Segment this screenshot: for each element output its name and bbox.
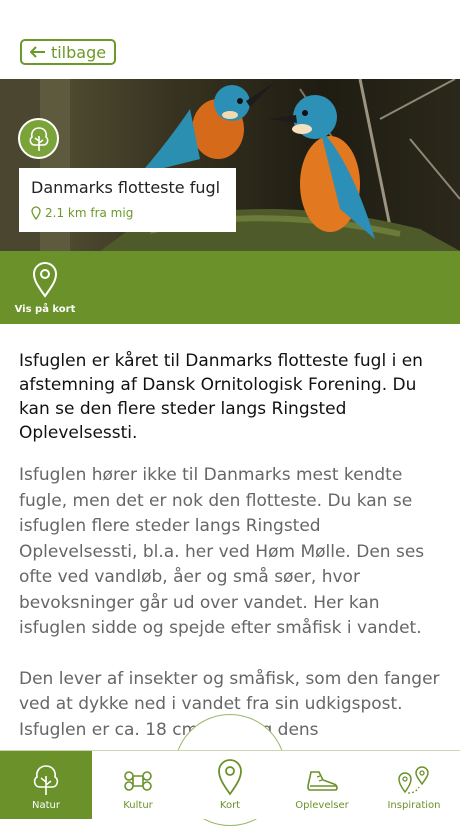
distance-row: 2.1 km fra mig xyxy=(31,206,224,220)
tree-icon xyxy=(33,765,59,795)
show-on-map-button[interactable]: Vis på kort xyxy=(14,262,76,315)
tab-label: Kort xyxy=(219,800,241,811)
article-paragraph: Isfuglen hører ikke til Danmarks mest ke… xyxy=(19,465,425,638)
map-pin-icon xyxy=(218,759,242,796)
location-title: Danmarks flotteste fugl xyxy=(31,178,221,197)
back-label: tilbage xyxy=(50,42,107,62)
back-button[interactable]: tilbage xyxy=(20,39,116,65)
location-card: Danmarks flotteste fugl 2.1 km fra mig xyxy=(19,168,236,232)
distance-text: 2.1 km fra mig xyxy=(45,206,134,220)
article-lead: Isfuglen er kåret til Danmarks flotteste… xyxy=(19,351,423,443)
command-icon xyxy=(124,771,152,791)
tab-label: Oplevelser xyxy=(295,800,349,811)
tab-oplevelser[interactable]: Oplevelser xyxy=(276,751,368,819)
shoe-icon xyxy=(307,771,338,791)
tab-natur[interactable]: Natur xyxy=(0,751,92,819)
arrow-left-icon xyxy=(29,46,45,58)
route-pins-icon xyxy=(398,766,429,794)
tab-kultur[interactable]: Kultur xyxy=(92,751,184,819)
show-on-map-label: Vis på kort xyxy=(14,304,76,315)
tab-inspiration[interactable]: Inspiration xyxy=(368,751,460,819)
map-pin-icon xyxy=(31,206,41,220)
map-pin-icon xyxy=(32,262,58,298)
tab-label: Kultur xyxy=(123,800,153,811)
category-badge xyxy=(18,118,59,159)
article: Isfuglen er kåret til Danmarks flotteste… xyxy=(19,349,443,768)
tab-label: Natur xyxy=(32,800,60,811)
tree-icon xyxy=(29,126,48,151)
tab-kort[interactable]: Kort xyxy=(184,751,276,819)
tab-label: Inspiration xyxy=(387,800,441,811)
tab-bar: Natur Kultur Kort Oplevelser Inspiration xyxy=(0,750,460,819)
